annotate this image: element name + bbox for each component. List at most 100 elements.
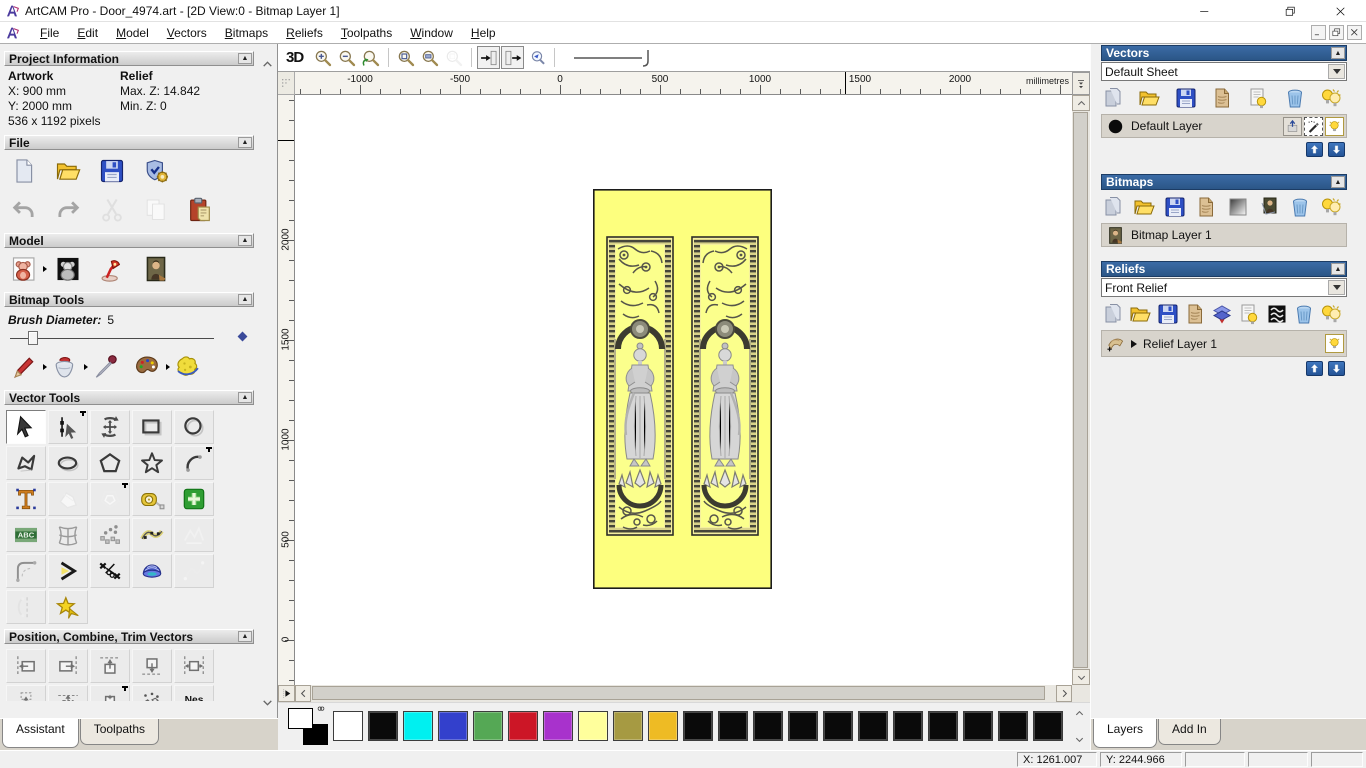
move-layer-down-button[interactable] xyxy=(1328,361,1345,376)
save-button[interactable] xyxy=(1163,195,1187,219)
lamp-button[interactable] xyxy=(98,255,126,283)
flyout-arrow-icon[interactable] xyxy=(84,364,88,370)
menu-window[interactable]: Window xyxy=(401,24,462,42)
teddy-black-button[interactable] xyxy=(54,255,82,283)
zoom-page-button[interactable] xyxy=(394,46,417,69)
palette-swatch[interactable] xyxy=(508,711,538,741)
view-split-button[interactable] xyxy=(278,685,295,702)
relief-visibility-button[interactable] xyxy=(1325,334,1344,353)
align-top-button[interactable] xyxy=(90,649,130,683)
palette-swatch[interactable] xyxy=(858,711,888,741)
measure-tool-button[interactable] xyxy=(132,482,172,516)
palette-swatch[interactable] xyxy=(683,711,713,741)
tab-layers[interactable]: Layers xyxy=(1093,719,1158,748)
text-tool-button[interactable] xyxy=(6,482,46,516)
align-top-c-button[interactable] xyxy=(48,685,88,701)
teddy-red-button[interactable] xyxy=(10,255,47,283)
trim-vectors-button[interactable] xyxy=(90,554,130,588)
palette-swatch[interactable] xyxy=(718,711,748,741)
block-paste-button[interactable] xyxy=(90,518,130,552)
palette-swatch[interactable] xyxy=(788,711,818,741)
flyout-arrow-icon[interactable] xyxy=(166,364,170,370)
tab-toolpaths[interactable]: Toolpaths xyxy=(79,719,160,745)
zebra-preview-button[interactable] xyxy=(1265,302,1289,326)
canvas-vertical-scrollbar[interactable] xyxy=(1072,95,1090,685)
palette-swatch[interactable] xyxy=(893,711,923,741)
zoom-previous-button[interactable] xyxy=(359,46,382,69)
tab-add-in[interactable]: Add In xyxy=(1158,719,1221,745)
scroll-left-button[interactable] xyxy=(295,685,311,702)
merge-page-button[interactable] xyxy=(1183,302,1207,326)
collapse-button[interactable]: ▲ xyxy=(238,53,252,64)
fillet-tool-button[interactable] xyxy=(6,554,46,588)
open-folder-button[interactable] xyxy=(54,157,82,185)
rect-tool-button[interactable] xyxy=(132,410,172,444)
save-button[interactable] xyxy=(1174,86,1198,110)
align-top-b-button[interactable] xyxy=(6,685,46,701)
bitmap-layer-row[interactable]: Bitmap Layer 1 xyxy=(1101,223,1347,247)
scroll-up-button[interactable] xyxy=(1072,95,1090,111)
polyline-tool-button[interactable] xyxy=(6,446,46,480)
vector-sheet-dropdown[interactable]: Default Sheet xyxy=(1101,62,1347,81)
trash-button[interactable] xyxy=(1283,86,1307,110)
collapse-button[interactable]: ▲ xyxy=(1331,176,1345,188)
snap-view-a-button[interactable] xyxy=(477,46,501,69)
vertical-scroll-thumb[interactable] xyxy=(1073,112,1088,668)
palette-button[interactable] xyxy=(133,353,170,381)
node-select-button[interactable] xyxy=(48,410,88,444)
ruler-units-dropdown-button[interactable] xyxy=(1072,72,1090,95)
menu-edit[interactable]: Edit xyxy=(68,24,107,42)
scroll-right-button[interactable] xyxy=(1056,685,1072,702)
paste-curve-button[interactable] xyxy=(132,518,172,552)
flyout-arrow-icon[interactable] xyxy=(43,364,47,370)
menu-toolpaths[interactable]: Toolpaths xyxy=(332,24,401,42)
star-tool-button[interactable] xyxy=(132,446,172,480)
new-file-gray-button[interactable] xyxy=(1101,195,1125,219)
palette-swatch[interactable] xyxy=(333,711,363,741)
menu-bitmaps[interactable]: Bitmaps xyxy=(216,24,277,42)
paste-plus-button[interactable] xyxy=(174,482,214,516)
menu-help[interactable]: Help xyxy=(462,24,505,42)
trash-button[interactable] xyxy=(1288,195,1312,219)
palette-swatch[interactable] xyxy=(403,711,433,741)
new-file-gray-button[interactable] xyxy=(1101,302,1125,326)
collapse-button[interactable]: ▲ xyxy=(1331,263,1345,275)
collapse-button[interactable]: ▲ xyxy=(238,631,252,642)
vector-layer-row[interactable]: Default Layer xyxy=(1101,114,1347,138)
bulbs-button[interactable] xyxy=(1319,86,1343,110)
expander-icon[interactable] xyxy=(1131,339,1137,348)
palette-swatch[interactable] xyxy=(963,711,993,741)
window-minimize-button[interactable] xyxy=(1194,2,1214,20)
save-button[interactable] xyxy=(1156,302,1180,326)
save-button[interactable] xyxy=(98,157,126,185)
palette-scroll-down-button[interactable] xyxy=(1073,733,1086,746)
palette-swatch[interactable] xyxy=(1033,711,1063,741)
snap-view-b-button[interactable] xyxy=(501,46,525,69)
colour-picker-button[interactable] xyxy=(92,353,120,381)
bulb-page-button[interactable] xyxy=(1246,86,1270,110)
polygon-tool-button[interactable] xyxy=(90,446,130,480)
paint-pencil-button[interactable] xyxy=(10,353,47,381)
door-artwork[interactable] xyxy=(593,189,772,589)
canvas-2d-view[interactable] xyxy=(295,95,1072,685)
dropdown-arrow-button[interactable] xyxy=(1328,64,1345,79)
relief-layer-row[interactable]: Relief Layer 1 xyxy=(1101,330,1347,357)
merge-layer-button[interactable] xyxy=(1283,117,1302,136)
relief-layer-name[interactable]: Relief Layer 1 xyxy=(1143,337,1217,351)
panel-scroll-up-button[interactable] xyxy=(259,56,275,72)
tab-assistant[interactable]: Assistant xyxy=(2,719,79,748)
paste-button[interactable] xyxy=(186,196,214,224)
menu-reliefs[interactable]: Reliefs xyxy=(277,24,332,42)
bulbs-button[interactable] xyxy=(1319,195,1343,219)
collapse-button[interactable]: ▲ xyxy=(238,235,252,246)
sculpt-dome-button[interactable] xyxy=(132,554,172,588)
primary-secondary-colour-indicator[interactable] xyxy=(288,706,332,746)
open-folder-button[interactable] xyxy=(1128,302,1152,326)
align-right-button[interactable] xyxy=(48,649,88,683)
relief-side-dropdown[interactable]: Front Relief xyxy=(1101,278,1347,297)
center-vertical-button[interactable] xyxy=(90,685,130,701)
texture-sponge-button[interactable] xyxy=(174,353,202,381)
palette-swatch[interactable] xyxy=(613,711,643,741)
slider-handle[interactable] xyxy=(28,331,38,345)
ellipse-tool-button[interactable] xyxy=(48,446,88,480)
